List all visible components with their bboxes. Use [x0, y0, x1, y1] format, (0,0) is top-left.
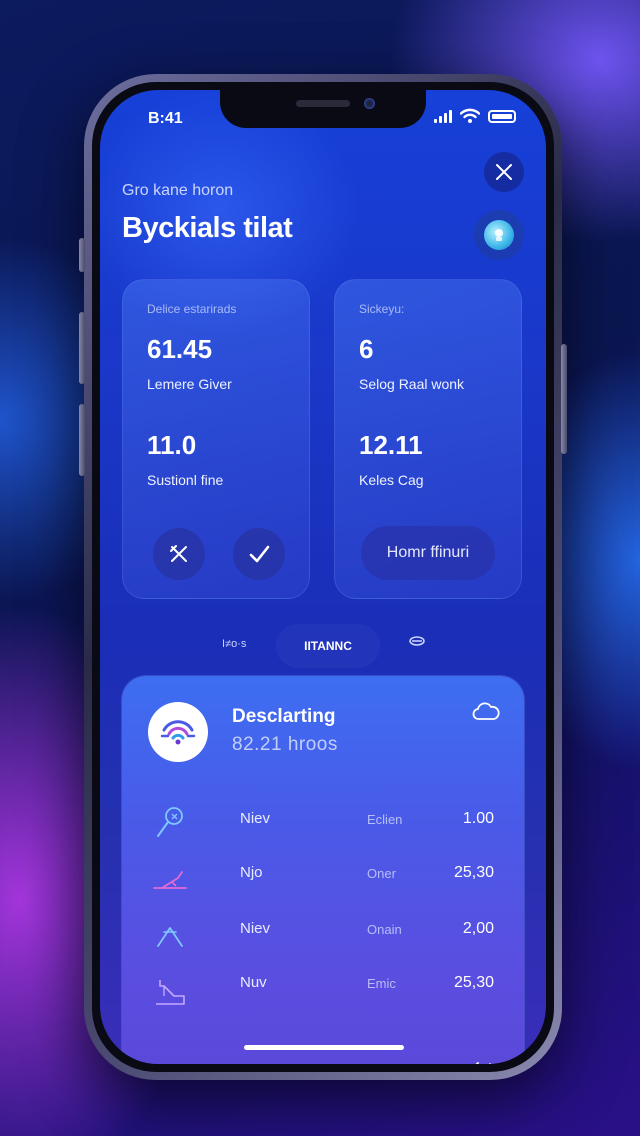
tab-bar: I≠o·s IITANNC — [100, 620, 546, 670]
card-primary-caption: Lemere Giver — [147, 376, 232, 392]
ramp-icon — [153, 871, 187, 889]
pin-icon — [157, 807, 183, 837]
tools-button[interactable] — [153, 528, 205, 580]
checkmark-icon — [249, 545, 270, 563]
row-type: Eclien — [367, 812, 403, 827]
row-name: Nuv — [240, 974, 267, 991]
row-name: Niev — [240, 920, 271, 937]
slide-icon — [156, 980, 185, 1005]
list-item[interactable]: Nuv Emic 25,30 — [122, 972, 524, 1012]
header-subtitle: Gro kane horon — [122, 182, 234, 199]
status-icons — [434, 108, 516, 124]
mute-switch — [79, 238, 85, 272]
row-amount: 25,30 — [453, 974, 494, 991]
phone-screen: B:41 Gro kane horon Byckials tilat Delic… — [100, 90, 546, 1064]
panel-logo-icon — [148, 702, 208, 762]
row-amount: 1.00 — [462, 810, 494, 827]
card-secondary-caption: Keles Cag — [359, 472, 424, 488]
row-name: Niev — [240, 810, 271, 827]
row-type: Onain — [367, 922, 402, 937]
card-secondary-value: 11.0 — [147, 430, 197, 460]
list-item[interactable]: Njo Oner 25,30 — [122, 862, 524, 902]
tools-icon — [170, 545, 187, 562]
card-secondary-value: 12.11 — [359, 430, 423, 460]
front-camera — [364, 98, 375, 109]
phone-frame: B:41 Gro kane horon Byckials tilat Delic… — [79, 74, 567, 1080]
profile-avatar-icon — [484, 220, 514, 250]
power-button — [561, 344, 567, 454]
tab-active[interactable]: IITANNC — [276, 624, 380, 668]
volume-down-button — [79, 404, 85, 476]
panel-subtitle: 82.21 hroos — [232, 734, 338, 755]
earpiece-speaker — [296, 100, 350, 107]
row-type: Oner — [367, 866, 396, 881]
card-primary-caption: Selog Raal wonk — [359, 376, 465, 392]
cloud-icon — [472, 702, 500, 720]
stats-card-right: Sickeyu: 6 Selog Raal wonk 12.11 Keles C… — [334, 279, 522, 599]
home-indicator[interactable] — [244, 1045, 404, 1050]
card-primary-value: 6 — [359, 334, 374, 364]
notch — [220, 90, 426, 128]
status-time: B:41 — [148, 110, 183, 127]
list-item[interactable]: Niev Onain 2,00 — [122, 918, 524, 958]
tab-right-icon[interactable] — [408, 634, 426, 648]
cloud-button[interactable] — [472, 700, 500, 727]
profile-button[interactable] — [474, 210, 524, 260]
battery-icon — [488, 109, 516, 123]
row-type: Emic — [367, 976, 396, 991]
list-item[interactable]: Niev Eclien 1.00 — [122, 807, 524, 848]
panel-title: Desclarting — [232, 706, 336, 727]
confirm-button[interactable] — [233, 528, 285, 580]
row-amount: 2,00 — [462, 920, 494, 937]
wifi-icon — [460, 108, 480, 123]
card-label: Delice estarirads — [147, 302, 237, 316]
tab-left[interactable]: I≠o·s — [222, 638, 246, 650]
refresh-icon[interactable] — [470, 1058, 496, 1064]
row-name: Njo — [240, 864, 263, 881]
mountain-icon — [157, 927, 183, 947]
details-panel: Desclarting 82.21 hroos Niev Eclien 1.00 — [122, 676, 524, 1064]
volume-up-button — [79, 312, 85, 384]
close-icon — [496, 164, 512, 180]
stats-card-left: Delice estarirads 61.45 Lemere Giver 11.… — [122, 279, 310, 599]
card-secondary-caption: Sustionl fine — [147, 472, 224, 488]
row-amount: 25,30 — [453, 864, 494, 881]
card-action-button[interactable]: Homr ffinuri — [361, 526, 495, 580]
close-button[interactable] — [484, 152, 524, 192]
signal-icon — [434, 109, 452, 123]
card-label: Sickeyu: — [359, 302, 405, 316]
page-title: Byckials tilat — [122, 212, 293, 244]
card-primary-value: 61.45 — [147, 334, 213, 364]
